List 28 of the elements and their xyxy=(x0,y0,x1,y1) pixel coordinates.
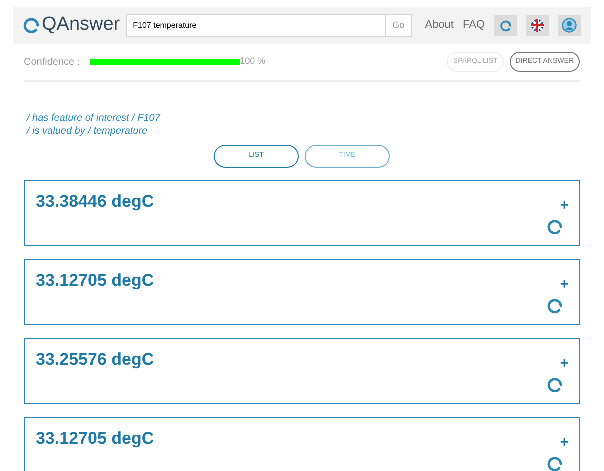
flag-icon xyxy=(531,19,544,32)
query-path: / has feature of interest / F107 xyxy=(27,112,162,125)
ring-icon xyxy=(500,20,512,32)
logo-icon xyxy=(23,17,40,34)
ring-icon xyxy=(547,456,563,471)
result-value: 33.12705 degC xyxy=(36,271,154,292)
ring-button[interactable] xyxy=(494,15,517,36)
ring-icon xyxy=(547,377,563,393)
nav-link[interactable]: FAQ xyxy=(462,17,485,34)
logo-text: QAnswer xyxy=(42,13,120,38)
ring-icon xyxy=(547,219,563,235)
result-value: 33.38446 degC xyxy=(36,192,154,213)
expand-button[interactable]: + xyxy=(560,435,569,450)
user-icon xyxy=(562,18,577,33)
language-button[interactable] xyxy=(526,15,549,36)
confidence-value: 100 % xyxy=(240,55,266,68)
go-button[interactable]: Go xyxy=(386,14,412,37)
result-value: 33.12705 degC xyxy=(36,429,154,450)
confidence-label: Confidence : xyxy=(24,56,80,70)
expand-button[interactable]: + xyxy=(560,198,569,213)
profile-button[interactable] xyxy=(558,15,581,36)
ring-icon xyxy=(547,298,563,314)
expand-button[interactable]: + xyxy=(560,277,569,292)
query-path: / is valued by / temperature xyxy=(27,125,149,138)
nav-link[interactable]: About xyxy=(425,17,454,34)
expand-button[interactable]: + xyxy=(560,356,569,371)
result-value: 33.25576 degC xyxy=(36,350,154,371)
search-field[interactable]: F107 temperature xyxy=(126,14,386,37)
